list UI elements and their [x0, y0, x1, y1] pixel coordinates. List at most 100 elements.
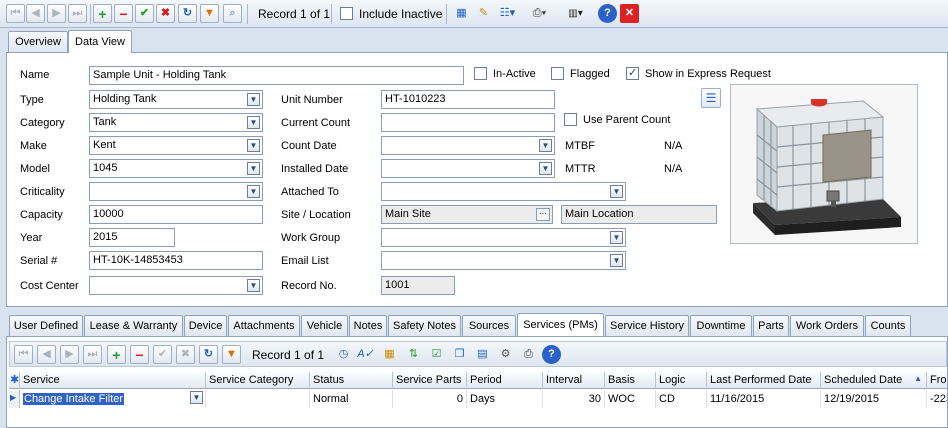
calendar-icon[interactable]: ▤: [473, 345, 492, 364]
barcode-menu-icon[interactable]: ▥▾: [566, 4, 585, 23]
help-icon[interactable]: ?: [542, 345, 561, 364]
cancel-icon[interactable]: ✖: [156, 4, 175, 23]
model-select[interactable]: 1045 ▼: [89, 159, 263, 178]
table-cell-logic[interactable]: CD: [656, 390, 707, 408]
print-icon[interactable]: ⎙: [519, 345, 538, 364]
table-cell-from[interactable]: -223: [927, 390, 947, 408]
last-record-icon[interactable]: ⏭: [68, 4, 87, 23]
tab-counts[interactable]: Counts: [865, 315, 911, 336]
chevron-down-icon[interactable]: ▼: [247, 93, 260, 106]
clock-icon[interactable]: ◷: [334, 345, 353, 364]
email-list-select[interactable]: ▼: [381, 251, 626, 270]
category-select[interactable]: Tank ▼: [89, 113, 263, 132]
next-record-icon[interactable]: ▶: [47, 4, 66, 23]
make-select[interactable]: Kent ▼: [89, 136, 263, 155]
chevron-down-icon[interactable]: ▼: [610, 185, 623, 198]
generate-icon[interactable]: ⇅: [404, 345, 423, 364]
tab-downtime[interactable]: Downtime: [690, 315, 752, 336]
add-icon[interactable]: +: [93, 4, 112, 23]
save-icon[interactable]: ✔: [135, 4, 154, 23]
first-record-icon[interactable]: ⏮: [6, 4, 25, 23]
column-header-service-parts[interactable]: Service Parts: [393, 372, 467, 389]
filter-icon[interactable]: ▼: [200, 4, 219, 23]
cost-center-select[interactable]: ▼: [89, 276, 263, 295]
approve-list-icon[interactable]: ☑: [427, 345, 446, 364]
include-inactive-checkbox[interactable]: [340, 7, 353, 20]
tree-view-icon[interactable]: ▦: [452, 4, 471, 23]
table-cell-scheduled-date[interactable]: 12/19/2015: [821, 390, 927, 408]
add-icon[interactable]: +: [107, 345, 126, 364]
tab-sources[interactable]: Sources: [462, 315, 516, 336]
spell-check-icon[interactable]: A✓: [356, 345, 375, 364]
column-header-service[interactable]: Service: [20, 372, 206, 389]
column-header-from[interactable]: From: [927, 372, 947, 389]
serial-field[interactable]: HT-10K-14853453: [89, 251, 263, 270]
table-cell-status[interactable]: Normal: [310, 390, 393, 408]
refresh-icon[interactable]: ↻: [178, 4, 197, 23]
use-parent-count-checkbox[interactable]: [564, 113, 577, 126]
site-field[interactable]: Main Site ···: [381, 205, 553, 224]
column-header-interval[interactable]: Interval: [543, 372, 605, 389]
table-cell-service-category[interactable]: [206, 390, 310, 408]
column-header-scheduled-date[interactable]: Scheduled Date ▲: [821, 372, 927, 389]
tab-device[interactable]: Device: [184, 315, 227, 336]
previous-record-icon[interactable]: ◀: [37, 345, 56, 364]
tab-data-view[interactable]: Data View: [68, 30, 132, 53]
notes-icon[interactable]: ☰: [701, 88, 721, 108]
layout-menu-icon[interactable]: ☷▾: [498, 4, 517, 23]
tab-attachments[interactable]: Attachments: [228, 315, 300, 336]
express-request-checkbox[interactable]: [626, 66, 639, 80]
flagged-checkbox[interactable]: [551, 67, 564, 80]
type-select[interactable]: Holding Tank ▼: [89, 90, 263, 109]
filter-icon[interactable]: ▼: [222, 345, 241, 364]
column-header-service-category[interactable]: Service Category: [206, 372, 310, 389]
inactive-checkbox[interactable]: [474, 67, 487, 80]
chevron-down-icon[interactable]: ▼: [247, 279, 260, 292]
settings-icon[interactable]: ⚙: [496, 345, 515, 364]
close-icon[interactable]: ✕: [620, 4, 639, 23]
tab-service-history[interactable]: Service History: [605, 315, 689, 336]
tab-lease-warranty[interactable]: Lease & Warranty: [84, 315, 183, 336]
chevron-down-icon[interactable]: ▼: [610, 231, 623, 244]
tab-user-defined[interactable]: User Defined: [9, 315, 83, 336]
chevron-down-icon[interactable]: ▼: [190, 391, 203, 404]
year-field[interactable]: 2015: [89, 228, 175, 247]
installed-date-picker[interactable]: ▼: [381, 159, 555, 178]
save-icon[interactable]: ✔: [153, 345, 172, 364]
table-cell-interval[interactable]: 30: [543, 390, 605, 408]
last-record-icon[interactable]: ⏭: [83, 345, 102, 364]
tab-safety-notes[interactable]: Safety Notes: [388, 315, 461, 336]
print-menu-icon[interactable]: ⎙▾: [530, 4, 549, 23]
refresh-icon[interactable]: ↻: [199, 345, 218, 364]
column-header-period[interactable]: Period: [467, 372, 543, 389]
chevron-down-icon[interactable]: ▼: [247, 162, 260, 175]
next-record-icon[interactable]: ▶: [60, 345, 79, 364]
chevron-down-icon[interactable]: ▼: [610, 254, 623, 267]
table-cell-service-parts[interactable]: 0: [393, 390, 467, 408]
tab-work-orders[interactable]: Work Orders: [790, 315, 864, 336]
table-cell-period[interactable]: Days: [467, 390, 543, 408]
chevron-down-icon[interactable]: ▼: [247, 139, 260, 152]
tab-overview[interactable]: Overview: [8, 31, 68, 52]
unit-number-field[interactable]: HT-1010223: [381, 90, 555, 109]
cancel-icon[interactable]: ✖: [176, 345, 195, 364]
current-count-field[interactable]: [381, 113, 555, 132]
chevron-down-icon[interactable]: ▼: [247, 185, 260, 198]
schedule-grid-icon[interactable]: ▦: [380, 345, 399, 364]
tab-parts[interactable]: Parts: [753, 315, 789, 336]
help-icon[interactable]: ?: [598, 4, 617, 23]
chevron-down-icon[interactable]: ▼: [539, 139, 552, 152]
table-cell-service[interactable]: Change Intake Filter ▼: [20, 390, 206, 408]
attached-to-select[interactable]: ▼: [381, 182, 626, 201]
column-header-last-performed[interactable]: Last Performed Date: [707, 372, 821, 389]
delete-icon[interactable]: −: [130, 345, 149, 364]
count-date-picker[interactable]: ▼: [381, 136, 555, 155]
copy-icon[interactable]: ❐: [450, 345, 469, 364]
tab-notes[interactable]: Notes: [349, 315, 387, 336]
chevron-down-icon[interactable]: ▼: [539, 162, 552, 175]
unit-photo[interactable]: [730, 84, 918, 244]
edit-grid-icon[interactable]: ✎: [474, 4, 493, 23]
first-record-icon[interactable]: ⏮: [14, 345, 33, 364]
table-cell-last-performed[interactable]: 11/16/2015: [707, 390, 821, 408]
column-header-logic[interactable]: Logic: [656, 372, 707, 389]
